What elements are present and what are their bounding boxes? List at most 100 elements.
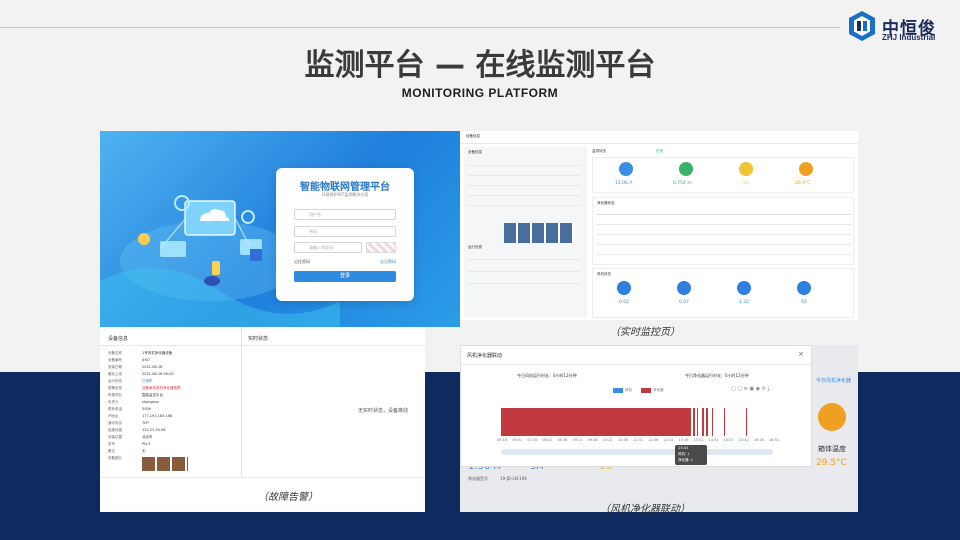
fault-row-value: 已停机 bbox=[142, 379, 153, 383]
fault-left-title: 设备信息 bbox=[108, 336, 129, 342]
remember-checkbox[interactable]: 记住密码 bbox=[294, 259, 310, 265]
status-online: 在线 bbox=[656, 149, 663, 153]
forgot-link[interactable]: 忘记密码 bbox=[380, 259, 396, 265]
line bbox=[468, 271, 580, 272]
tooltip-fan: 风机: 1 bbox=[678, 452, 690, 456]
captcha-image[interactable] bbox=[366, 242, 396, 253]
fault-row-label: 负责人 bbox=[108, 400, 119, 404]
fault-row-value: 177.192.183.168 bbox=[142, 414, 173, 418]
login-button[interactable]: 登录 bbox=[294, 271, 396, 282]
line bbox=[597, 254, 851, 255]
fault-caption: （故障告警） bbox=[258, 492, 318, 503]
close-icon[interactable]: × bbox=[798, 350, 804, 358]
fault-row-value: 2021-08-18 09:20 bbox=[142, 372, 174, 376]
x-tick-label: 16:51 bbox=[769, 438, 780, 442]
purifier-runtime: 今日净化器运行时长：0小时12分钟 bbox=[685, 373, 749, 378]
fault-row-label: IP地址 bbox=[108, 414, 119, 418]
fault-screenshot: 设备信息 实时状态 设备名称 1号风机净化器设备 设备编号 JH07 安装日期 2021-… bbox=[100, 327, 425, 512]
purifier-run-bar bbox=[745, 408, 748, 436]
chart-toolbar-icons[interactable]: ▢ ▢ ≡ ▣ ◉ ⟳ ⤓ bbox=[731, 386, 770, 392]
monitor-caption: （实时监控页） bbox=[610, 327, 680, 338]
fan-status-title: 风机状态 bbox=[597, 272, 611, 276]
fan-runtime: 今日风机运行时长：0小时12分钟 bbox=[517, 373, 577, 378]
temperature-icon bbox=[799, 162, 813, 176]
remember-label: 记住密码 bbox=[294, 259, 310, 264]
login-title: 智能物联网管理平台 bbox=[300, 182, 390, 193]
line bbox=[100, 345, 425, 346]
line bbox=[597, 214, 851, 215]
x-tick-label: 13:16 bbox=[678, 438, 689, 442]
fault-row-label: 最后上线 bbox=[108, 372, 122, 376]
purifier-run-bar bbox=[711, 408, 714, 436]
line bbox=[597, 234, 851, 235]
x-tick-label: 11:31 bbox=[633, 438, 644, 442]
page-subtitle: MONITORING PLATFORM bbox=[401, 86, 559, 100]
line bbox=[468, 175, 580, 176]
header-divider bbox=[0, 27, 840, 28]
fan-right-title: 今日风机净化器 bbox=[816, 378, 852, 384]
login-screenshot: 智能物联网管理平台 环境保护IOT监测解决方案 用户名 密码 请输入验证码 记住… bbox=[100, 131, 460, 327]
stat-value: 0.07 bbox=[679, 300, 690, 305]
legend-purifier-swatch bbox=[641, 388, 651, 393]
password-field[interactable]: 密码 bbox=[294, 226, 396, 237]
x-tick-label: 12:41 bbox=[663, 438, 674, 442]
fault-row-label: 报警信息 bbox=[108, 386, 122, 390]
x-tick-label: 09:46 bbox=[587, 438, 598, 442]
stat-icon bbox=[797, 281, 811, 295]
login-subtitle: 环境保护IOT监测解决方案 bbox=[321, 192, 369, 197]
fault-row-value: 1号风机净化器设备 bbox=[142, 351, 173, 355]
status-table: 净化器状态 bbox=[592, 197, 854, 265]
fault-row-value: 智能监控平台 bbox=[142, 393, 163, 397]
company-logo: 中恒俊 ZHJ Industrial bbox=[848, 10, 948, 44]
divider bbox=[241, 327, 242, 477]
metric-cards: 12.06 A 0.754 m 22 26.9°C bbox=[592, 157, 854, 193]
x-tick-label: 10:56 bbox=[617, 438, 628, 442]
fault-row-label: 设备名称 bbox=[108, 351, 122, 355]
device-photos bbox=[504, 223, 574, 243]
device-info-panel: 设备信息 运行信息 bbox=[464, 147, 587, 317]
purifier-run-bar bbox=[696, 408, 699, 436]
x-tick-label: 08:01 bbox=[542, 438, 553, 442]
x-tick-label: 15:07 bbox=[723, 438, 734, 442]
fault-row-value: 无 bbox=[142, 449, 146, 453]
fault-row-label: 型号 bbox=[108, 442, 115, 446]
flow-icon bbox=[679, 162, 693, 176]
metric-value: 26.9°C bbox=[795, 181, 811, 186]
logo-mark-icon bbox=[849, 11, 875, 41]
x-tick-label: 15:42 bbox=[738, 438, 749, 442]
fault-row-label: 备注 bbox=[108, 449, 115, 453]
page-title: 监测平台 — 在线监测平台 bbox=[304, 48, 656, 83]
stat-icon bbox=[737, 281, 751, 295]
fan-status-cards: 风机状态 0.02 0.07 1.32 92 bbox=[592, 268, 854, 318]
x-tick-label: 12:06 bbox=[648, 438, 659, 442]
line bbox=[468, 259, 580, 260]
legend-fan-label: 风机 bbox=[625, 388, 632, 392]
table-title: 净化器状态 bbox=[597, 201, 615, 205]
fault-row-value: 5009 bbox=[142, 407, 151, 411]
fault-row-label: 所属项目 bbox=[108, 393, 122, 397]
device-info-title: 设备信息 bbox=[468, 150, 482, 154]
purifier-run-bar bbox=[702, 408, 704, 436]
username-field[interactable]: 用户名 bbox=[294, 209, 396, 220]
line bbox=[597, 244, 851, 245]
fault-row-value: 北京市 bbox=[142, 435, 153, 439]
temp-value: 29.5°C bbox=[816, 458, 847, 468]
count-icon bbox=[739, 162, 753, 176]
purifier-run-bar bbox=[692, 408, 696, 436]
fault-row-label: 经度纬度 bbox=[108, 428, 122, 432]
fault-row-value: TCP bbox=[142, 421, 149, 425]
fault-right-title: 实时状态 bbox=[248, 336, 269, 342]
legend-fan-swatch bbox=[613, 388, 623, 393]
fault-row-label: 联系电话 bbox=[108, 407, 122, 411]
timeline-slider[interactable] bbox=[501, 449, 773, 455]
fan-caption: （风机净化器联动） bbox=[600, 504, 690, 515]
captcha-field[interactable]: 请输入验证码 bbox=[294, 242, 362, 253]
stat-value: 0.02 bbox=[619, 300, 630, 305]
status-label: 监测状态 bbox=[592, 149, 606, 153]
line bbox=[100, 477, 425, 478]
metric-value: 22 bbox=[743, 181, 749, 186]
x-tick-label: 14:31 bbox=[708, 438, 719, 442]
fault-row-value: 设备离线风机净化器故障 bbox=[142, 386, 181, 390]
purifier-run-bar bbox=[706, 408, 708, 436]
stat-value: 1.32 bbox=[739, 300, 750, 305]
